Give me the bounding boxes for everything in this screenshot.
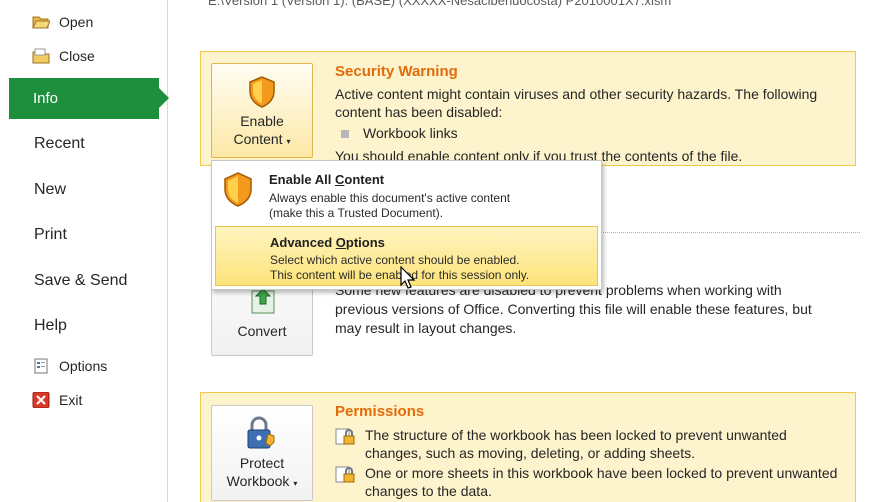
nav-new[interactable]: New xyxy=(34,181,66,199)
lock-icon xyxy=(335,464,357,484)
bullet-icon xyxy=(341,130,349,139)
menu-item-advanced-desc-1: Select which active content should be en… xyxy=(270,253,520,267)
exit-icon xyxy=(32,391,50,409)
menu-item-enable-all-desc-2: (make this a Trusted Document). xyxy=(269,206,444,220)
convert-label: Convert xyxy=(237,323,287,339)
mouse-cursor-icon xyxy=(400,265,416,290)
lock-icon xyxy=(244,416,280,450)
folder-close-icon xyxy=(32,48,50,64)
nav-close-label: Close xyxy=(59,48,95,64)
permission-row-sheets: One or more sheets in this workbook have… xyxy=(335,464,837,500)
permission-row-2-line-1: One or more sheets in this workbook have… xyxy=(365,465,838,481)
nav-print[interactable]: Print xyxy=(34,226,67,244)
security-text-1: Active content might contain viruses and… xyxy=(335,86,818,102)
enable-content-label-2: Content ▾ xyxy=(233,131,291,147)
enable-content-button[interactable]: Enable Content ▾ xyxy=(211,63,313,158)
backstage-nav: Open Close Info Recent New Print Save & … xyxy=(0,0,169,502)
nav-info[interactable]: Info xyxy=(9,78,169,119)
permission-row-1-line-1: The structure of the workbook has been l… xyxy=(365,427,787,443)
security-text-2: content has been disabled: xyxy=(335,104,503,120)
shield-icon xyxy=(223,172,253,208)
nav-options[interactable]: Options xyxy=(32,358,107,374)
nav-open[interactable]: Open xyxy=(32,14,93,30)
chevron-down-icon: ▾ xyxy=(293,479,298,488)
options-icon xyxy=(32,358,50,374)
nav-options-label: Options xyxy=(59,358,108,374)
nav-recent[interactable]: Recent xyxy=(34,135,85,153)
enable-content-label-1: Enable xyxy=(240,113,284,129)
protect-workbook-label-2: Workbook ▾ xyxy=(226,473,298,489)
security-warning-title: Security Warning xyxy=(335,63,458,80)
protect-workbook-button[interactable]: Protect Workbook ▾ xyxy=(211,405,313,501)
security-bullet-item: Workbook links xyxy=(335,124,458,143)
menu-item-advanced-title: Advanced Options xyxy=(270,235,385,250)
section-divider xyxy=(600,232,860,233)
lock-icon xyxy=(335,426,357,446)
nav-help[interactable]: Help xyxy=(34,317,67,335)
shield-icon xyxy=(247,76,277,108)
nav-open-label: Open xyxy=(59,14,94,30)
nav-exit[interactable]: Exit xyxy=(32,391,83,409)
convert-icon xyxy=(248,287,280,315)
menu-item-enable-all-desc-1: Always enable this document's active con… xyxy=(269,191,511,205)
permission-row-2-line-2: changes to the data. xyxy=(365,483,492,499)
nav-close[interactable]: Close xyxy=(32,48,95,64)
permission-row-structure: The structure of the workbook has been l… xyxy=(335,426,787,462)
security-warning-panel: Enable Content ▾ Security Warning Active… xyxy=(200,51,856,166)
convert-text-3: may result in layout changes. xyxy=(335,320,517,336)
permissions-title: Permissions xyxy=(335,403,425,420)
menu-item-enable-all-title: Enable All Content xyxy=(269,172,385,187)
permission-row-1-line-2: changes, such as moving, deleting, or ad… xyxy=(365,445,695,461)
nav-save-send[interactable]: Save & Send xyxy=(34,272,127,290)
convert-text-2: previous versions of Office. Converting … xyxy=(335,301,812,317)
nav-exit-label: Exit xyxy=(59,392,83,408)
permissions-panel: Protect Workbook ▾ Permissions The struc… xyxy=(200,392,856,502)
folder-open-icon xyxy=(32,14,51,30)
menu-item-enable-all-content[interactable]: Enable All Content Always enable this do… xyxy=(215,164,598,224)
chevron-down-icon: ▾ xyxy=(286,137,291,146)
protect-workbook-label-1: Protect xyxy=(239,455,285,471)
file-path-text: E:\Version 1 (Version 1). (BASE) (XXXXX-… xyxy=(208,0,672,8)
